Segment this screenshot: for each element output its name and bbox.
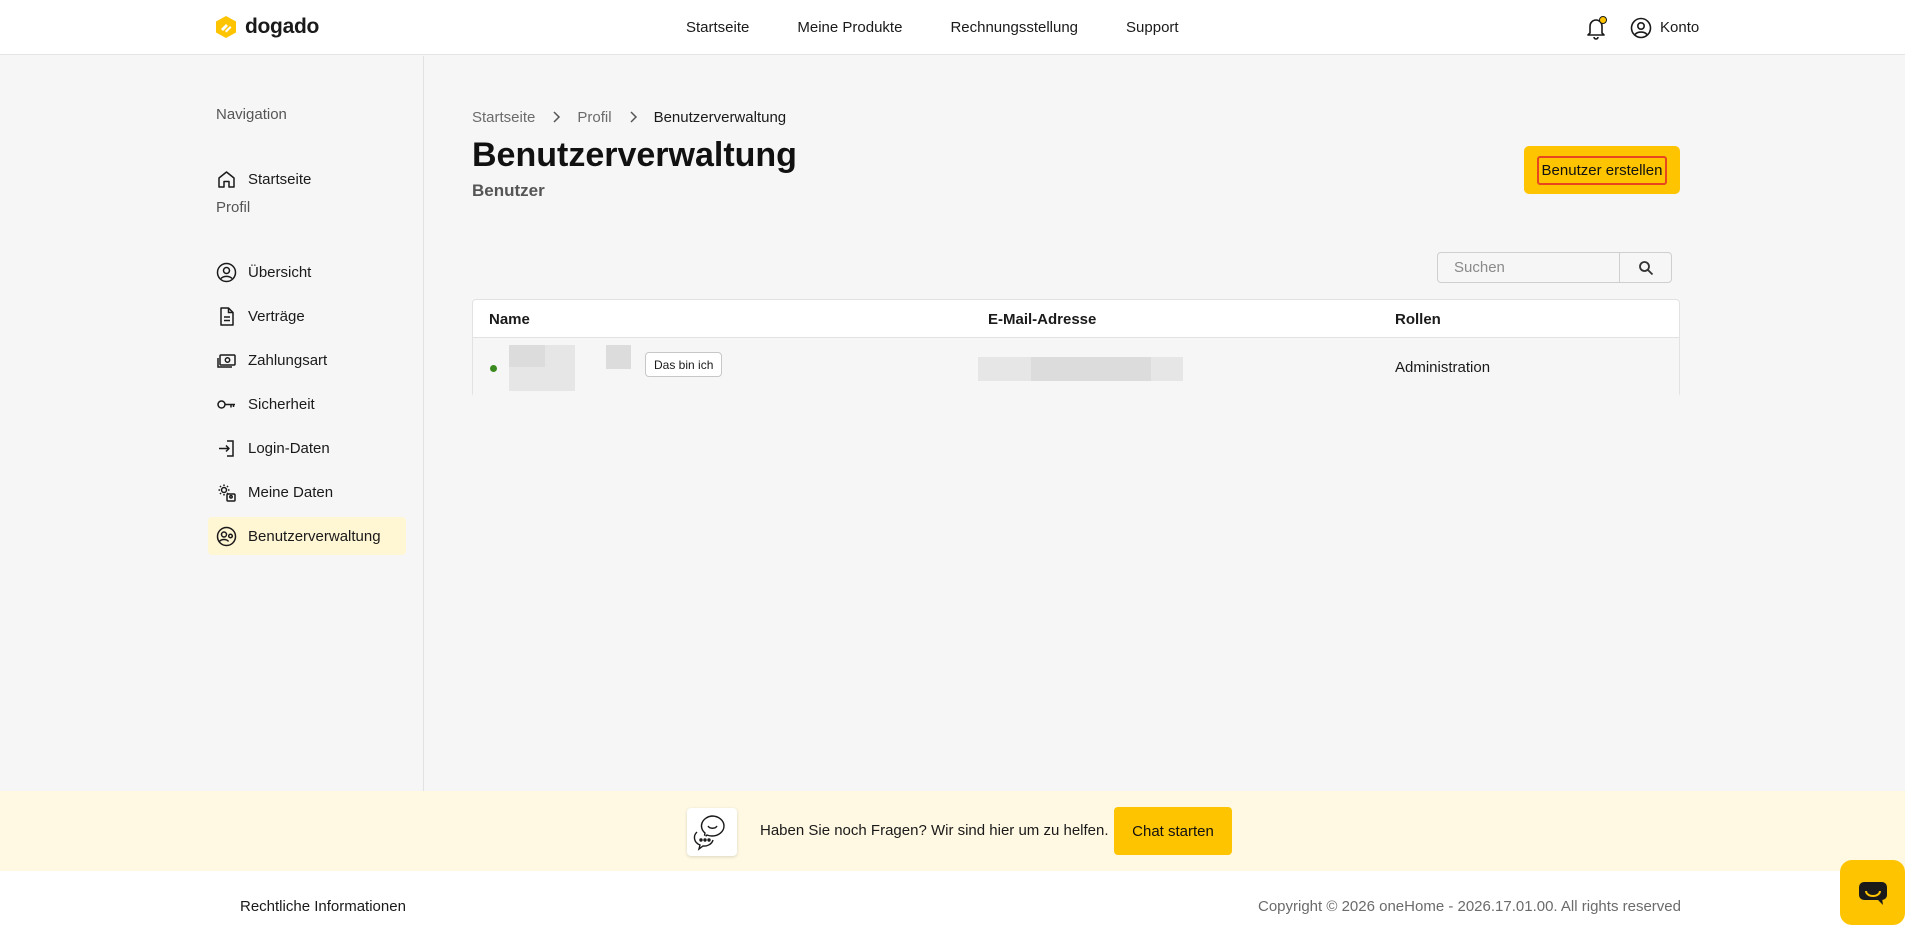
account-icon	[1630, 17, 1652, 38]
chevron-right-icon	[553, 111, 561, 123]
sidebar-item-sicherheit[interactable]: Sicherheit	[208, 385, 406, 423]
me-badge: Das bin ich	[645, 352, 723, 377]
redacted-name-part	[606, 345, 631, 369]
online-status-dot	[490, 365, 497, 372]
search-box	[1437, 252, 1672, 283]
user-management-icon	[216, 526, 237, 546]
start-chat-button[interactable]: Chat starten	[1114, 807, 1232, 855]
sidebar-item-label: Verträge	[248, 307, 305, 325]
sidebar-item-label: Zahlungsart	[248, 351, 328, 369]
sidebar-item-label: Startseite	[248, 170, 312, 188]
sidebar-section-navigation: Navigation	[216, 106, 287, 123]
page-subtitle: Benutzer	[472, 181, 545, 200]
footer: Rechtliche Informationen Copyright © 202…	[0, 871, 1905, 940]
chat-bubble-icon	[687, 808, 737, 856]
nav-startseite[interactable]: Startseite	[686, 19, 749, 36]
users-table: Name E-Mail-Adresse Rollen Das bin ich A…	[472, 299, 1680, 397]
brand-name: dogado	[245, 15, 320, 38]
login-icon	[219, 439, 234, 457]
page-title: Benutzerverwaltung	[472, 136, 797, 174]
nav-meine-produkte[interactable]: Meine Produkte	[797, 19, 902, 36]
table-header: Name E-Mail-Adresse Rollen	[473, 300, 1679, 338]
sidebar-section-profil: Profil	[216, 199, 251, 216]
home-icon	[218, 170, 235, 188]
key-icon	[217, 399, 235, 409]
account-menu[interactable]: Konto	[1630, 15, 1699, 40]
payment-icon	[217, 353, 236, 368]
column-header-roles[interactable]: Rollen	[1395, 311, 1441, 328]
help-banner: Haben Sie noch Fragen? Wir sind hier um …	[0, 791, 1905, 871]
nav-support[interactable]: Support	[1126, 19, 1179, 36]
table-row[interactable]: Das bin ich Administration	[473, 338, 1679, 397]
search-input[interactable]	[1438, 253, 1619, 282]
copyright-text: Copyright © 2026 oneHome - 2026.17.01.00…	[1258, 898, 1681, 915]
notifications-button[interactable]	[1585, 16, 1607, 40]
sidebar-item-meine-daten[interactable]: Meine Daten	[208, 473, 406, 511]
breadcrumb-current: Benutzerverwaltung	[653, 108, 787, 126]
breadcrumb-profil[interactable]: Profil	[577, 109, 611, 126]
create-user-button[interactable]: Benutzer erstellen	[1524, 146, 1680, 194]
user-circle-icon	[216, 262, 237, 282]
redacted-email-part	[1031, 357, 1151, 381]
chevron-right-icon	[630, 111, 637, 123]
chat-icon	[1858, 881, 1887, 905]
nav-rechnungsstellung[interactable]: Rechnungsstellung	[950, 19, 1078, 36]
redacted-name	[509, 345, 545, 367]
sidebar-item-label: Meine Daten	[248, 483, 334, 501]
search-button[interactable]	[1619, 253, 1671, 282]
top-header: dogado Startseite Meine Produkte Rechnun…	[0, 0, 1905, 55]
document-icon	[220, 306, 234, 326]
chat-widget-button[interactable]	[1840, 860, 1905, 925]
column-header-email[interactable]: E-Mail-Adresse	[988, 311, 1096, 328]
search-icon	[1638, 260, 1653, 275]
sidebar-item-uebersicht[interactable]: Übersicht	[208, 253, 406, 291]
sidebar-item-vertraege[interactable]: Verträge	[208, 297, 406, 335]
logo[interactable]: dogado	[215, 14, 319, 40]
notification-dot	[1599, 16, 1607, 24]
sidebar-item-label: Login-Daten	[248, 439, 330, 457]
sidebar-item-label: Übersicht	[248, 263, 312, 281]
sidebar-item-startseite[interactable]: Startseite	[208, 160, 406, 198]
sidebar: Navigation Startseite Profil Übersicht V…	[0, 56, 424, 791]
role-cell: Administration	[1395, 359, 1491, 376]
legal-info-link[interactable]: Rechtliche Informationen	[240, 898, 406, 915]
main-nav: Startseite Meine Produkte Rechnungsstell…	[686, 0, 1179, 55]
user-settings-icon	[218, 484, 236, 502]
dogado-logo-icon	[216, 16, 236, 38]
sidebar-item-label: Sicherheit	[248, 395, 315, 413]
sidebar-item-login-daten[interactable]: Login-Daten	[208, 429, 406, 467]
breadcrumb: Startseite Profil Benutzerverwaltung	[472, 107, 786, 127]
account-label: Konto	[1660, 19, 1700, 36]
breadcrumb-startseite[interactable]: Startseite	[472, 109, 535, 126]
help-text: Haben Sie noch Fragen? Wir sind hier um …	[760, 822, 1109, 839]
sidebar-item-label: Benutzerverwaltung	[248, 527, 381, 545]
sidebar-item-benutzerverwaltung[interactable]: Benutzerverwaltung	[208, 517, 406, 555]
sidebar-item-zahlungsart[interactable]: Zahlungsart	[208, 341, 406, 379]
create-user-button-label: Benutzer erstellen	[1536, 155, 1668, 185]
column-header-name[interactable]: Name	[489, 311, 530, 328]
